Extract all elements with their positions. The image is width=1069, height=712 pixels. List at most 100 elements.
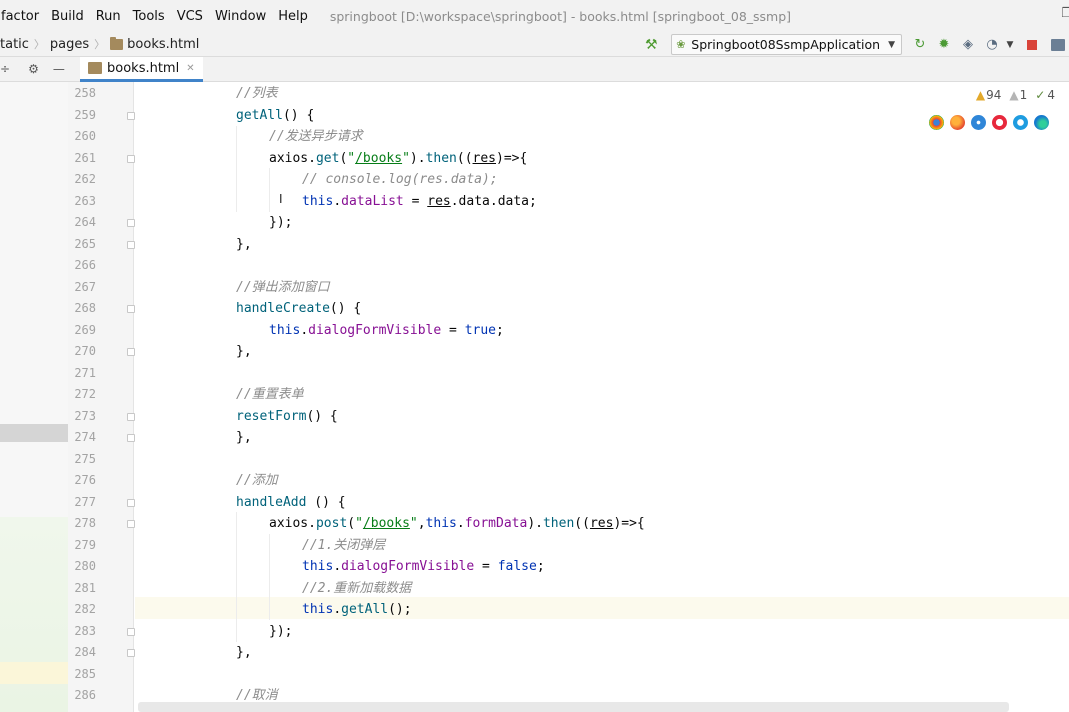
code-line: handleAdd () {: [236, 492, 346, 514]
breadcrumb-pages[interactable]: pages: [50, 37, 89, 52]
menu-window[interactable]: Window: [209, 9, 272, 24]
code-line: axios.get("/books").then((res)=>{: [269, 148, 527, 170]
debug-icon[interactable]: ✹: [936, 37, 952, 53]
code-token: resetForm: [236, 408, 307, 424]
fold-marker-icon[interactable]: [127, 412, 135, 421]
edge-icon[interactable]: [1034, 115, 1049, 130]
code-token: //取消: [236, 688, 278, 703]
code-token: },: [236, 236, 252, 252]
code-line: this.dataList = res.data.data;: [302, 191, 537, 213]
fold-marker-icon[interactable]: [127, 627, 135, 636]
menu-build[interactable]: Build: [45, 9, 90, 24]
fold-marker-icon[interactable]: [127, 348, 135, 356]
code-line: //重置表单: [236, 384, 304, 406]
menu-run[interactable]: Run: [90, 9, 127, 24]
chevron-down-icon[interactable]: ▼: [1002, 37, 1018, 53]
code-token: res: [427, 193, 451, 209]
safari-icon[interactable]: [971, 115, 986, 130]
code-token: .: [300, 322, 309, 338]
fold-marker-icon[interactable]: [127, 305, 135, 313]
tab-books-html[interactable]: books.html ✕: [80, 57, 203, 82]
fold-marker-icon[interactable]: [127, 520, 135, 528]
project-structure-icon[interactable]: [1051, 38, 1065, 51]
firefox-icon[interactable]: [950, 115, 965, 130]
code-token: },: [236, 430, 252, 445]
code-token: =: [441, 322, 465, 338]
breadcrumb-file[interactable]: books.html: [127, 37, 199, 52]
indent-guide: [236, 126, 237, 212]
code-token: ;: [536, 559, 545, 574]
fold-marker-icon[interactable]: [127, 111, 135, 120]
horizontal-scrollbar[interactable]: [138, 702, 1009, 712]
code-line: //发送异步请求: [269, 126, 363, 148]
code-token: ,: [417, 516, 426, 531]
code-token: //2.重新加载数据: [302, 580, 412, 596]
indent-guide: [269, 534, 270, 620]
code-token: false: [497, 559, 537, 574]
collapse-icon[interactable]: ÷: [0, 62, 10, 76]
line-number: 284: [74, 645, 96, 659]
warning-icon: ▲: [975, 88, 986, 102]
project-panel-highlight-current: [0, 662, 68, 684]
line-number: 265: [74, 236, 96, 251]
menu-refactor[interactable]: factor: [0, 9, 45, 24]
typo-count: 4: [1047, 88, 1055, 102]
hide-icon[interactable]: —: [53, 62, 65, 76]
weak-warning-count: 1: [1019, 88, 1028, 102]
code-token: getAll: [341, 602, 389, 617]
breadcrumb-static[interactable]: tatic: [0, 37, 29, 52]
code-token: ": [402, 150, 410, 166]
inspection-widget[interactable]: ▲ 94 ▲ 1 ✓ 4: [976, 88, 1055, 102]
code-token: this: [269, 322, 301, 338]
menu-tools[interactable]: Tools: [127, 9, 171, 24]
code-token: ((: [456, 150, 473, 166]
code-editor[interactable]: I //列表 getAll() {//发送异步请求 axios.get("/book…: [135, 82, 1069, 712]
run-configuration-select[interactable]: ❀ Springboot08SsmpApplication ▼: [671, 34, 902, 55]
code-line: //1.关闭弹层: [302, 535, 385, 557]
ie-icon[interactable]: [1013, 115, 1028, 130]
fold-marker-icon[interactable]: [127, 154, 135, 163]
close-icon[interactable]: ✕: [186, 63, 194, 74]
line-number: 277: [74, 494, 96, 509]
line-number: 258: [74, 86, 96, 100]
editor-gutter[interactable]: 258 259 260 261 262 263 264 265 266 267 268 269 270 2…: [68, 82, 135, 712]
fold-marker-icon[interactable]: [127, 219, 135, 227]
opera-icon[interactable]: [992, 115, 1007, 130]
code-token: this: [425, 516, 457, 531]
fold-marker-icon[interactable]: [127, 434, 135, 442]
line-number: 261: [74, 150, 96, 165]
fold-marker-icon[interactable]: [127, 649, 135, 657]
code-token: ": [347, 150, 356, 166]
code-token: axios.: [269, 516, 316, 531]
code-token: .: [333, 602, 342, 617]
menu-vcs[interactable]: VCS: [171, 9, 209, 24]
fold-marker-icon[interactable]: [127, 240, 135, 249]
menu-bar: factor Build Run Tools VCS Window Help s…: [0, 0, 1069, 32]
editor-tab-bar: books.html ✕: [68, 57, 1069, 82]
code-line: // console.log(res.data);: [302, 169, 498, 191]
code-line: });: [269, 212, 292, 234]
stop-icon[interactable]: [1027, 39, 1037, 50]
code-token: this: [302, 559, 334, 574]
fold-marker-icon[interactable]: [127, 498, 135, 507]
restore-window-icon[interactable]: ❐: [1060, 7, 1069, 21]
code-token: =: [474, 559, 498, 574]
gear-icon[interactable]: ⚙: [28, 62, 39, 76]
code-token: then: [425, 150, 457, 166]
code-token: dialogFormVisible: [308, 322, 442, 338]
hammer-icon[interactable]: ⚒: [643, 37, 659, 53]
code-line: },: [236, 427, 252, 449]
code-token: //添加: [236, 473, 278, 488]
code-token: ();: [388, 602, 412, 617]
coverage-icon[interactable]: ◈: [960, 37, 976, 53]
code-token: ": [355, 516, 363, 531]
rerun-icon[interactable]: ↻: [912, 37, 928, 53]
code-line: },: [236, 234, 252, 256]
line-number: 281: [74, 580, 96, 595]
profiler-icon[interactable]: ◔: [984, 37, 1000, 53]
line-number: 259: [74, 107, 96, 122]
chrome-icon[interactable]: [929, 115, 944, 130]
code-token: //列表: [236, 86, 278, 101]
panel-toolbar: ÷ ⚙ —: [0, 57, 68, 82]
menu-help[interactable]: Help: [272, 9, 314, 24]
